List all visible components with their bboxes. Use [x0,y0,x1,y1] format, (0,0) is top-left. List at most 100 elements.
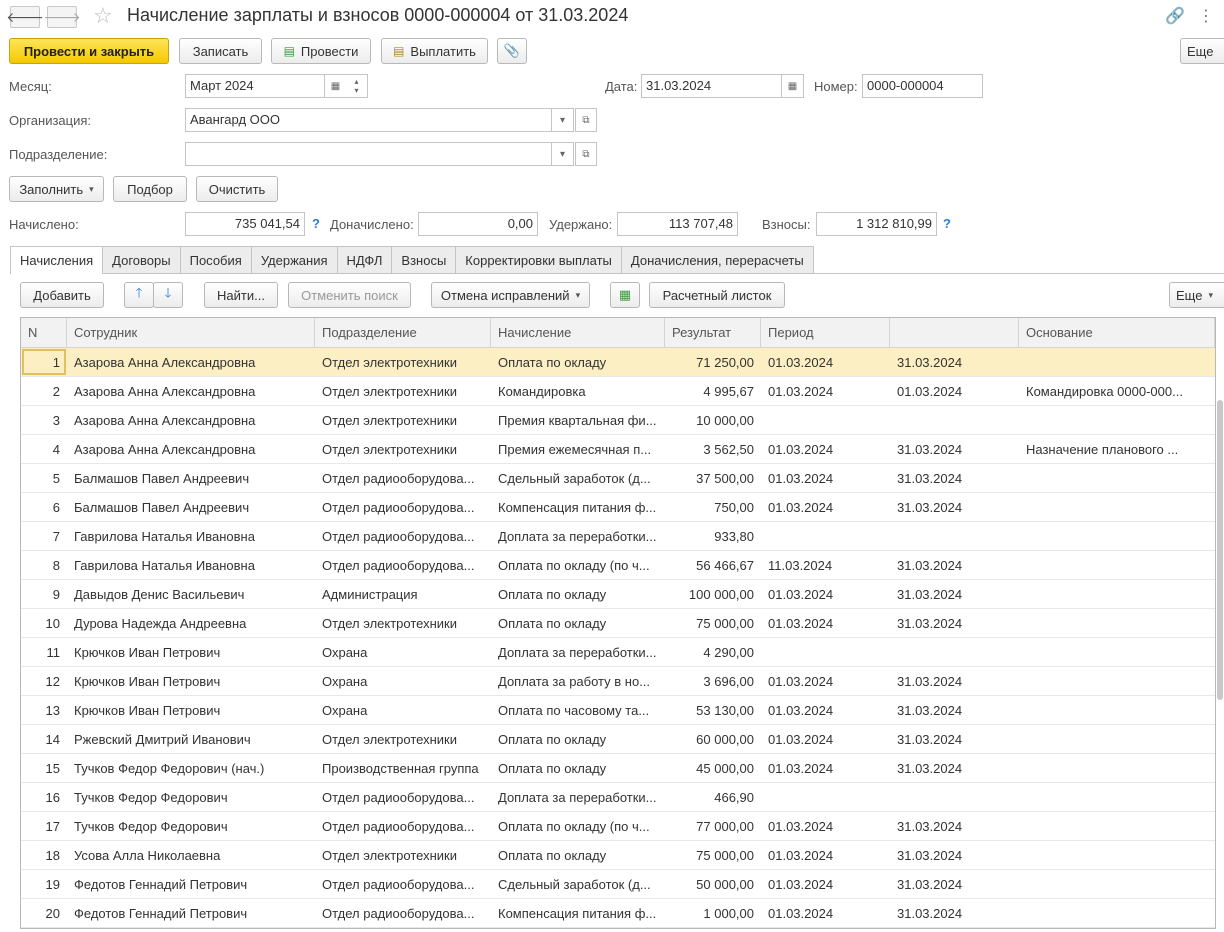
cell-employee[interactable]: Усова Алла Николаевна [67,841,315,869]
move-down-button[interactable]: 🡓 [153,282,183,308]
cell-department[interactable]: Отдел радиооборудова... [315,551,491,579]
cell-basis[interactable] [1019,812,1215,840]
organization-dropdown[interactable]: ▾ [552,108,574,132]
table-row[interactable]: 6 Балмашов Павел Андреевич Отдел радиообор… [21,493,1215,522]
payslip-button[interactable]: Расчетный листок [649,282,785,308]
tab-ndfl[interactable]: НДФЛ [336,246,393,273]
col-basis[interactable]: Основание [1019,318,1215,347]
cell-period-end[interactable]: 31.03.2024 [890,464,1019,492]
cell-accrual[interactable]: Оплата по окладу [491,725,665,753]
cell-period-start[interactable]: 01.03.2024 [761,464,890,492]
cell-department[interactable]: Отдел электротехники [315,435,491,463]
cell-basis[interactable] [1019,725,1215,753]
table-row[interactable]: 16 Тучков Федор Федорович Отдел радиообору… [21,783,1215,812]
table-row[interactable]: 20 Федотов Геннадий Петрович Отдел радиооб… [21,899,1215,928]
tab-benefits[interactable]: Пособия [179,246,252,273]
cell-basis[interactable] [1019,406,1215,434]
cell-basis[interactable] [1019,899,1215,927]
cell-result[interactable]: 75 000,00 [665,841,761,869]
cell-n[interactable]: 20 [21,899,67,927]
cell-accrual[interactable]: Доплата за переработки... [491,638,665,666]
cell-basis[interactable]: Командировка 0000-000... [1019,377,1215,405]
cell-department[interactable]: Отдел электротехники [315,348,491,376]
cell-employee[interactable]: Крючков Иван Петрович [67,696,315,724]
cell-department[interactable]: Отдел электротехники [315,725,491,753]
attach-button[interactable]: 📎 [497,38,527,64]
table-row[interactable]: 15 Тучков Федор Федорович (нач.) Производс… [21,754,1215,783]
cell-n[interactable]: 16 [21,783,67,811]
table-row[interactable]: 11 Крючков Иван Петрович Охрана Доплата за … [21,638,1215,667]
find-button[interactable]: Найти... [204,282,278,308]
cell-n[interactable]: 11 [21,638,67,666]
cell-accrual[interactable]: Премия ежемесячная п... [491,435,665,463]
cell-period-start[interactable]: 01.03.2024 [761,435,890,463]
cell-period-start[interactable]: 01.03.2024 [761,580,890,608]
more-button[interactable]: Еще [1180,38,1224,64]
department-open-button[interactable]: ⧉ [575,142,597,166]
cell-n[interactable]: 12 [21,667,67,695]
grid-more-button[interactable]: Еще ▾ [1169,282,1224,308]
cell-period-end[interactable] [890,783,1019,811]
cell-department[interactable]: Охрана [315,638,491,666]
cell-basis[interactable] [1019,841,1215,869]
move-up-button[interactable]: 🡑 [124,282,154,308]
post-button[interactable]: ▤ Провести [271,38,371,64]
cell-period-end[interactable] [890,638,1019,666]
cell-n[interactable]: 18 [21,841,67,869]
col-period-start[interactable]: Период [761,318,890,347]
cell-department[interactable]: Отдел электротехники [315,377,491,405]
cell-period-start[interactable]: 01.03.2024 [761,841,890,869]
cell-accrual[interactable]: Доплата за переработки... [491,783,665,811]
cell-employee[interactable]: Гаврилова Наталья Ивановна [67,522,315,550]
cell-period-start[interactable] [761,522,890,550]
cell-employee[interactable]: Тучков Федор Федорович [67,812,315,840]
department-dropdown[interactable]: ▾ [552,142,574,166]
organization-field[interactable]: Авангард ООО [185,108,552,132]
cell-period-end[interactable]: 31.03.2024 [890,899,1019,927]
cell-department[interactable]: Отдел радиооборудова... [315,870,491,898]
cell-period-end[interactable]: 31.03.2024 [890,812,1019,840]
cell-period-end[interactable]: 01.03.2024 [890,377,1019,405]
cell-result[interactable]: 1 000,00 [665,899,761,927]
date-field[interactable]: 31.03.2024 [641,74,782,98]
cell-n[interactable]: 7 [21,522,67,550]
cell-period-start[interactable]: 01.03.2024 [761,812,890,840]
cell-basis[interactable] [1019,754,1215,782]
cell-department[interactable]: Отдел радиооборудова... [315,522,491,550]
cell-employee[interactable]: Крючков Иван Петрович [67,667,315,695]
cell-period-start[interactable]: 01.03.2024 [761,667,890,695]
pick-button[interactable]: Подбор [113,176,187,202]
cell-employee[interactable]: Федотов Геннадий Петрович [67,870,315,898]
contributions-help-icon[interactable]: ? [943,216,951,231]
cell-basis[interactable] [1019,551,1215,579]
cell-n[interactable]: 10 [21,609,67,637]
table-row[interactable]: 2 Азарова Анна Александровна Отдел электро… [21,377,1215,406]
cell-result[interactable]: 50 000,00 [665,870,761,898]
calendar-button[interactable]: ▦ [325,74,347,98]
cell-employee[interactable]: Тучков Федор Федорович (нач.) [67,754,315,782]
cell-department[interactable]: Отдел электротехники [315,841,491,869]
cancel-search-button[interactable]: Отменить поиск [288,282,411,308]
cell-period-end[interactable]: 31.03.2024 [890,870,1019,898]
cell-department[interactable]: Отдел радиооборудова... [315,812,491,840]
table-row[interactable]: 18 Усова Алла Николаевна Отдел электротехн… [21,841,1215,870]
cell-department[interactable]: Отдел радиооборудова... [315,493,491,521]
cell-basis[interactable] [1019,638,1215,666]
table-row[interactable]: 7 Гаврилова Наталья Ивановна Отдел радиооб… [21,522,1215,551]
col-accrual[interactable]: Начисление [491,318,665,347]
cell-accrual[interactable]: Компенсация питания ф... [491,493,665,521]
month-field[interactable]: Март 2024 [185,74,325,98]
save-button[interactable]: Записать [179,38,262,64]
cell-period-end[interactable]: 31.03.2024 [890,754,1019,782]
cell-basis[interactable] [1019,464,1215,492]
cell-n[interactable]: 17 [21,812,67,840]
cell-period-start[interactable]: 01.03.2024 [761,696,890,724]
cell-employee[interactable]: Тучков Федор Федорович [67,783,315,811]
cell-n[interactable]: 15 [21,754,67,782]
cell-result[interactable]: 45 000,00 [665,754,761,782]
table-row[interactable]: 12 Крючков Иван Петрович Охрана Доплата за … [21,667,1215,696]
post-and-close-button[interactable]: Провести и закрыть [9,38,169,64]
cell-accrual[interactable]: Оплата по окладу [491,754,665,782]
cell-accrual[interactable]: Доплата за работу в но... [491,667,665,695]
cell-period-start[interactable] [761,638,890,666]
